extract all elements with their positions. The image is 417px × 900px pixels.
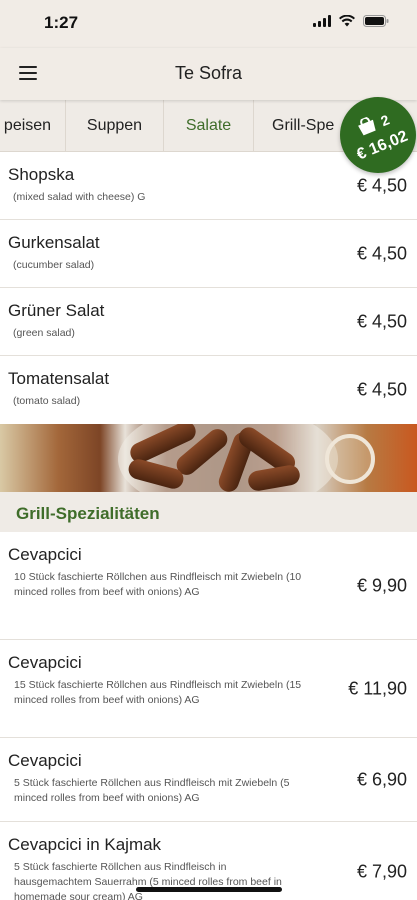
item-name: Shopska [8,165,75,184]
status-icons [313,14,389,32]
grill-banner-image [0,424,417,492]
cart-button[interactable]: 2 € 16,02 [340,97,416,173]
battery-icon [363,14,389,32]
item-description: (mixed salad with cheese) G [13,191,146,203]
item-name: Grüner Salat [8,301,105,320]
menu-list: Shopska (mixed salad with cheese) G € 4,… [0,152,417,900]
menu-item[interactable]: Tomatensalat (tomato salad) € 4,50 [0,356,417,424]
shopping-bag-icon [355,115,379,140]
status-time: 1:27 [44,13,79,32]
item-price: € 4,50 [356,243,407,263]
navigation-bar: Te Sofra [0,48,417,100]
item-price: € 11,90 [348,678,407,698]
item-description: 5 Stück faschierte Röllchen aus Rindflei… [14,861,282,900]
item-description: 15 Stück faschierte Röllchen aus Rindfle… [14,679,302,706]
item-name: Tomatensalat [8,369,110,388]
item-description: (cucumber salad) [13,259,95,271]
menu-item[interactable]: Cevapcici 10 Stück faschierte Röllchen a… [0,532,417,640]
item-description: (tomato salad) [13,395,81,407]
tab-salate[interactable]: Salate [164,100,254,151]
section-header-grill: Grill-Spezialitäten [0,492,417,532]
menu-item[interactable]: Cevapcici 15 Stück faschierte Röllchen a… [0,640,417,738]
item-name: Cevapcici [8,653,82,672]
menu-item[interactable]: Grüner Salat (green salad) € 4,50 [0,288,417,356]
menu-item[interactable]: Gurkensalat (cucumber salad) € 4,50 [0,220,417,288]
home-indicator[interactable] [136,887,282,892]
item-price: € 4,50 [356,379,407,400]
tab-vorspeisen[interactable]: peisen [0,100,66,151]
item-price: € 4,50 [356,311,407,331]
signal-icon [313,14,331,32]
item-price: € 9,90 [356,575,407,595]
item-name: Cevapcici [8,545,82,564]
wifi-icon [339,14,355,32]
item-description: (green salad) [13,327,75,339]
menu-item[interactable]: Cevapcici 5 Stück faschierte Röllchen au… [0,738,417,822]
item-description: 10 Stück faschierte Röllchen aus Rindfle… [14,571,302,598]
status-bar: 1:27 [0,0,417,48]
item-name: Cevapcici in Kajmak [8,835,162,854]
item-name: Gurkensalat [8,233,100,252]
item-price: € 7,90 [356,861,407,882]
item-name: Cevapcici [8,751,82,770]
cart-count: 2 [378,111,392,130]
item-price: € 6,90 [356,769,407,789]
page-title: Te Sofra [174,63,243,83]
tab-suppen[interactable]: Suppen [66,100,164,151]
item-description: 5 Stück faschierte Röllchen aus Rindflei… [14,777,290,804]
